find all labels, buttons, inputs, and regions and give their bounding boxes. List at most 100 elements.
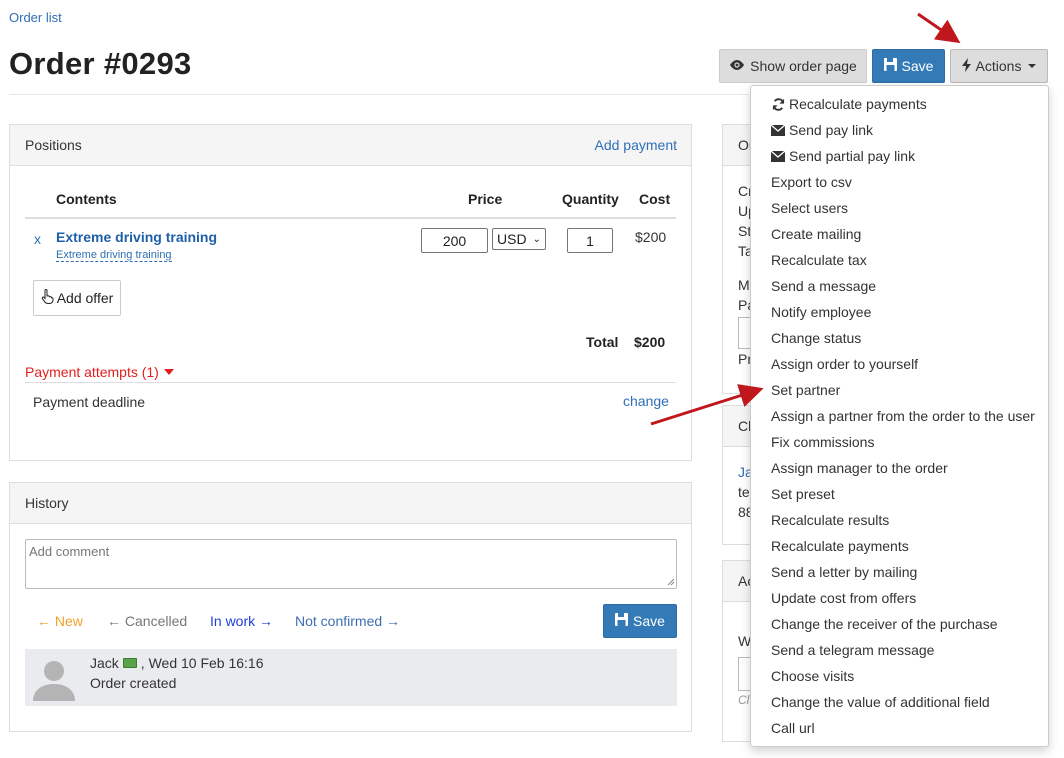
positions-title: Positions (25, 137, 82, 153)
menu-item-change-the-value-of-additional-field[interactable]: Change the value of additional field (751, 689, 1048, 715)
menu-item-send-pay-link[interactable]: Send pay link (751, 117, 1048, 143)
save-label: Save (901, 58, 934, 74)
menu-item-send-partial-pay-link[interactable]: Send partial pay link (751, 143, 1048, 169)
menu-item-notify-employee[interactable]: Notify employee (751, 299, 1048, 325)
history-title: History (25, 495, 69, 511)
product-name-link[interactable]: Extreme driving training (56, 229, 217, 245)
menu-item-set-preset[interactable]: Set preset (751, 481, 1048, 507)
menu-item-label: Assign order to yourself (771, 356, 919, 372)
envelope-icon (771, 123, 785, 137)
menu-item-label: Send a message (771, 278, 877, 294)
menu-item-set-partner[interactable]: Set partner (751, 377, 1048, 403)
column-header-quantity: Quantity (562, 191, 619, 207)
position-cost: $200 (635, 229, 667, 245)
menu-item-send-a-letter-by-mailing[interactable]: Send a letter by mailing (751, 559, 1048, 585)
history-entry: Jack , Wed 10 Feb 16:16 Order created (25, 649, 677, 706)
menu-item-assign-a-partner-from-the-order-to-the-user[interactable]: Assign a partner from the order to the u… (751, 403, 1048, 429)
menu-item-label: Recalculate results (771, 512, 890, 528)
additional-line: Cl (738, 693, 750, 707)
status-in-work-button[interactable]: In work → (210, 613, 273, 629)
arrow-right-icon: → (386, 613, 401, 629)
menu-item-label: Recalculate tax (771, 252, 867, 268)
entry-date: , Wed 10 Feb 16:16 (140, 655, 264, 671)
menu-item-assign-manager-to-the-order[interactable]: Assign manager to the order (751, 455, 1048, 481)
menu-item-send-a-message[interactable]: Send a message (751, 273, 1048, 299)
history-panel: History Add comment ← New ← Cancelled In… (9, 482, 692, 732)
payment-attempts-toggle[interactable]: Payment attempts (1) (25, 364, 174, 380)
add-offer-button[interactable]: Add offer (33, 280, 121, 316)
menu-item-recalculate-tax[interactable]: Recalculate tax (751, 247, 1048, 273)
status-not-confirmed-button[interactable]: Not confirmed → (295, 613, 400, 629)
arrow-left-icon: ← (37, 613, 51, 629)
payment-deadline-label: Payment deadline (33, 394, 146, 410)
floppy-icon (883, 58, 897, 74)
comment-textarea[interactable]: Add comment (25, 539, 677, 589)
menu-item-fix-commissions[interactable]: Fix commissions (751, 429, 1048, 455)
entry-text: Order created (90, 675, 177, 691)
remove-position-button[interactable]: x (34, 231, 41, 247)
hand-pointer-icon (41, 289, 54, 307)
annotation-arrow-actions (917, 12, 961, 44)
info-line: M (738, 277, 750, 293)
entry-author[interactable]: Jack (90, 655, 119, 671)
eye-icon (729, 58, 745, 74)
breadcrumb-order-list[interactable]: Order list (9, 10, 62, 25)
table-header-divider (25, 217, 676, 219)
status-in-work-label: In work (210, 613, 256, 629)
column-header-cost: Cost (639, 191, 671, 207)
menu-item-label: Set partner (771, 382, 841, 398)
currency-select[interactable]: USD ⌄ (492, 228, 546, 250)
menu-item-update-cost-from-offers[interactable]: Update cost from offers (751, 585, 1048, 611)
menu-item-create-mailing[interactable]: Create mailing (751, 221, 1048, 247)
history-save-button[interactable]: Save (603, 604, 677, 638)
menu-item-select-users[interactable]: Select users (751, 195, 1048, 221)
menu-item-recalculate-payments[interactable]: Recalculate payments (751, 533, 1048, 559)
offer-name-link[interactable]: Extreme driving training (56, 249, 172, 262)
page-title: Order #0293 (9, 46, 192, 81)
status-new-button[interactable]: ← New (37, 613, 83, 629)
menu-item-label: Assign manager to the order (771, 460, 948, 476)
menu-item-recalculate-results[interactable]: Recalculate results (751, 507, 1048, 533)
menu-item-change-status[interactable]: Change status (751, 325, 1048, 351)
menu-item-call-url[interactable]: Call url (751, 715, 1048, 741)
resize-handle-icon[interactable] (667, 578, 675, 586)
add-payment-link[interactable]: Add payment (595, 137, 678, 153)
menu-item-choose-visits[interactable]: Choose visits (751, 663, 1048, 689)
menu-item-label: Set preset (771, 486, 835, 502)
status-new-label: New (54, 613, 83, 629)
menu-item-assign-order-to-yourself[interactable]: Assign order to yourself (751, 351, 1048, 377)
add-offer-label: Add offer (56, 290, 114, 306)
menu-item-label: Change the receiver of the purchase (771, 616, 998, 632)
change-deadline-link[interactable]: change (623, 393, 669, 409)
quantity-input[interactable]: 1 (567, 228, 613, 253)
menu-item-label: Export to csv (771, 174, 852, 190)
avatar (33, 661, 75, 701)
menu-item-export-to-csv[interactable]: Export to csv (751, 169, 1048, 195)
menu-item-send-a-telegram-message[interactable]: Send a telegram message (751, 637, 1048, 663)
menu-item-label: Call url (771, 720, 815, 736)
header-divider (9, 94, 749, 95)
menu-item-label: Create mailing (771, 226, 862, 242)
bolt-icon (961, 57, 971, 75)
chevron-down-icon: ⌄ (532, 233, 541, 245)
menu-item-label: Change status (771, 330, 862, 346)
arrow-left-icon: ← (107, 613, 121, 629)
menu-item-label: Update cost from offers (771, 590, 917, 606)
price-input[interactable]: 200 (421, 228, 488, 253)
menu-item-label: Recalculate payments (789, 96, 927, 112)
actions-dropdown-button[interactable]: Actions (950, 49, 1048, 83)
show-order-page-button[interactable]: Show order page (719, 49, 867, 83)
currency-value: USD (497, 231, 527, 247)
menu-item-change-the-receiver-of-the-purchase[interactable]: Change the receiver of the purchase (751, 611, 1048, 637)
refresh-icon (771, 97, 785, 111)
chevron-down-icon (1028, 64, 1037, 68)
actions-dropdown-menu: Recalculate payments Send pay link Send pa… (750, 85, 1049, 747)
menu-item-label: Send pay link (789, 122, 874, 138)
menu-item-label: Fix commissions (771, 434, 875, 450)
menu-item-label: Recalculate payments (771, 538, 909, 554)
status-cancelled-button[interactable]: ← Cancelled (107, 613, 187, 629)
payment-attempts-label: Payment attempts (1) (25, 364, 159, 380)
menu-item-recalculate-payments[interactable]: Recalculate payments (751, 91, 1048, 117)
column-header-price: Price (468, 191, 503, 207)
save-button[interactable]: Save (872, 49, 945, 83)
